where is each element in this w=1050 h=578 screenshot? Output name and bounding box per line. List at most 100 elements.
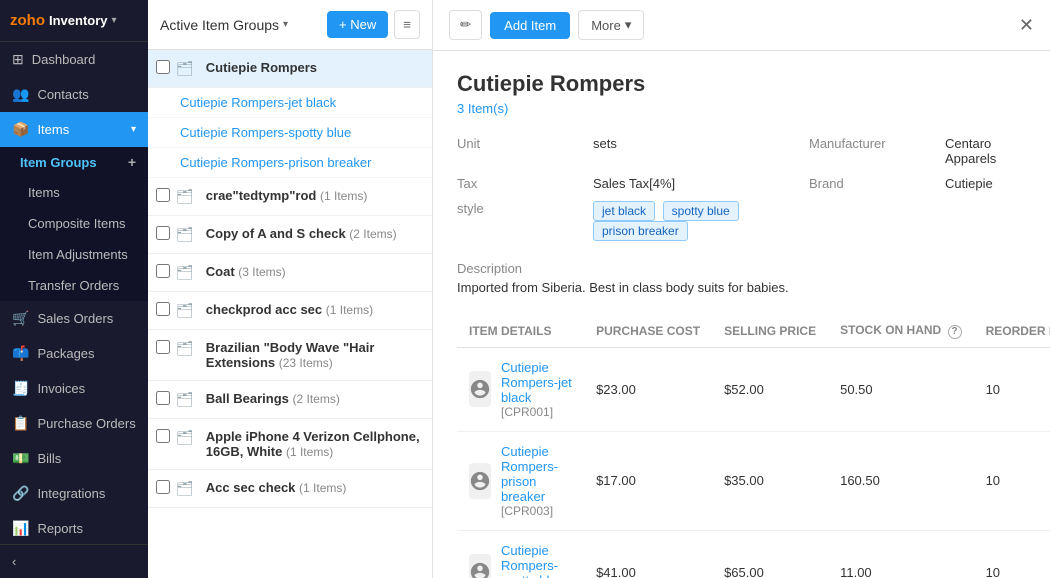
close-button[interactable]: ✕ [1019, 15, 1034, 36]
item-name[interactable]: Cutiepie Rompers-spotty blue [501, 543, 572, 578]
item-thumbnail [469, 463, 491, 499]
list-item[interactable]: 🗂 checkprod acc sec (1 Items) [148, 292, 432, 330]
list-item-checkbox[interactable] [156, 60, 170, 74]
sidebar-item-bills[interactable]: 💵 Bills [0, 441, 148, 476]
list-item-name: checkprod acc sec (1 Items) [206, 302, 424, 317]
stock-help-icon[interactable]: ? [948, 325, 962, 339]
item-name[interactable]: Cutiepie Rompers-jet black [501, 360, 572, 405]
dashboard-icon: ⊞ [12, 51, 24, 68]
item-thumbnail [469, 554, 491, 578]
list-item[interactable]: 🗂 Apple iPhone 4 Verizon Cellphone, 16GB… [148, 419, 432, 470]
style-tag-spotty-blue: spotty blue [663, 201, 739, 221]
style-tags: jet black spotty blue prison breaker [593, 201, 793, 241]
item-groups-add[interactable]: + [128, 154, 136, 170]
list-item[interactable]: 🗂 Copy of A and S check (2 Items) [148, 216, 432, 254]
style-label: style [457, 201, 577, 241]
edit-icon: ✏ [460, 17, 471, 32]
list-item-checkbox[interactable] [156, 226, 170, 240]
sidebar-item-sales-orders[interactable]: 🛒 Sales Orders [0, 301, 148, 336]
table-cell-purchase-cost: $41.00 [584, 530, 712, 578]
list-item[interactable]: 🗂 Acc sec check (1 Items) [148, 470, 432, 508]
list-subitem[interactable]: Cutiepie Rompers-prison breaker [148, 148, 432, 178]
table-cell-selling-price: $35.00 [712, 431, 828, 530]
logo-chevron: ▾ [112, 15, 117, 26]
list-item-name: Ball Bearings (2 Items) [206, 391, 424, 406]
list-item-name: Apple iPhone 4 Verizon Cellphone, 16GB, … [206, 429, 424, 459]
sidebar-item-reports[interactable]: 📊 Reports [0, 511, 148, 544]
more-chevron: ▾ [625, 17, 632, 33]
list-item-checkbox[interactable] [156, 391, 170, 405]
app-logo[interactable]: zoho Inventory ▾ [0, 0, 148, 42]
style-tag-jet-black: jet black [593, 201, 655, 221]
table-cell-reorder: 10 [974, 530, 1050, 578]
list-subitem[interactable]: Cutiepie Rompers-spotty blue [148, 118, 432, 148]
item-name[interactable]: Cutiepie Rompers-prison breaker [501, 444, 572, 504]
grid-view-button[interactable]: ≡ [394, 10, 420, 39]
table-cell-reorder: 10 [974, 431, 1050, 530]
style-tag-prison-breaker: prison breaker [593, 221, 688, 241]
sidebar-item-dashboard[interactable]: ⊞ Dashboard [0, 42, 148, 77]
sidebar-item-label: Bills [37, 451, 61, 466]
sidebar-item-contacts[interactable]: 👥 Contacts [0, 77, 148, 112]
detail-subtitle[interactable]: 3 Item(s) [457, 101, 1026, 116]
list-header: Active Item Groups ▾ + New ≡ [148, 0, 432, 50]
contacts-icon: 👥 [12, 86, 29, 103]
table-cell-purchase-cost: $23.00 [584, 347, 712, 431]
list-item[interactable]: 🗂 Cutiepie Rompers [148, 50, 432, 88]
list-item-checkbox[interactable] [156, 264, 170, 278]
folder-icon: 🗂 [176, 264, 194, 281]
sidebar-subitem-composite-items[interactable]: Composite Items [0, 208, 148, 239]
sidebar-item-label: Sales Orders [37, 311, 113, 326]
col-stock-on-hand: STOCK ON HAND ? [828, 315, 973, 347]
list-item[interactable]: 🗂 crae"tedtymp"rod (1 Items) [148, 178, 432, 216]
item-code: [CPR003] [501, 504, 572, 518]
list-item[interactable]: 🗂 Ball Bearings (2 Items) [148, 381, 432, 419]
sidebar-item-label: Packages [37, 346, 94, 361]
sidebar-subitem-transfer-orders[interactable]: Transfer Orders [0, 270, 148, 301]
sidebar-item-integrations[interactable]: 🔗 Integrations [0, 476, 148, 511]
description-label: Description [457, 261, 1026, 276]
folder-icon: 🗂 [176, 340, 194, 357]
brand-label: Brand [809, 176, 929, 191]
sidebar-subitem-item-adjustments[interactable]: Item Adjustments [0, 239, 148, 270]
sidebar-item-packages[interactable]: 📫 Packages [0, 336, 148, 371]
more-button[interactable]: More ▾ [578, 10, 644, 40]
folder-icon: 🗂 [176, 480, 194, 497]
detail-panel: ✏ Add Item More ▾ ✕ Cutiepie Rompers 3 I… [433, 0, 1050, 578]
list-title[interactable]: Active Item Groups ▾ [160, 17, 327, 33]
table-cell-item: Cutiepie Rompers-prison breaker [CPR003] [457, 431, 584, 530]
collapse-icon: ‹ [12, 554, 16, 569]
list-item-checkbox[interactable] [156, 302, 170, 316]
more-label: More [591, 18, 621, 33]
col-selling-price: SELLING PRICE [712, 315, 828, 347]
list-item-checkbox[interactable] [156, 480, 170, 494]
sidebar-item-items[interactable]: 📦 Items ▾ [0, 112, 148, 147]
sidebar-item-label: Items [37, 122, 69, 137]
list-item-checkbox[interactable] [156, 340, 170, 354]
add-item-button[interactable]: Add Item [490, 12, 570, 39]
sidebar-subitem-items[interactable]: Items [0, 177, 148, 208]
sidebar-collapse[interactable]: ‹ [0, 544, 148, 578]
item-code: [CPR001] [501, 405, 572, 419]
brand-value: Cutiepie [945, 176, 1026, 191]
list-item[interactable]: 🗂 Brazilian "Body Wave "Hair Extensions … [148, 330, 432, 381]
edit-button[interactable]: ✏ [449, 10, 482, 40]
list-item[interactable]: 🗂 Coat (3 Items) [148, 254, 432, 292]
list-item-checkbox[interactable] [156, 429, 170, 443]
sidebar-item-purchase-orders[interactable]: 📋 Purchase Orders [0, 406, 148, 441]
description-value: Imported from Siberia. Best in class bod… [457, 280, 1026, 295]
items-sublabel: Items [28, 185, 60, 200]
table-cell-stock: 11.00 [828, 530, 973, 578]
transfer-orders-label: Transfer Orders [28, 278, 119, 293]
list-item-name: Brazilian "Body Wave "Hair Extensions (2… [206, 340, 424, 370]
sidebar: zoho Inventory ▾ ⊞ Dashboard 👥 Contacts … [0, 0, 148, 578]
list-item-checkbox[interactable] [156, 188, 170, 202]
new-button[interactable]: + New [327, 11, 388, 38]
sidebar-subitem-item-groups[interactable]: Item Groups + [0, 147, 148, 177]
sidebar-item-invoices[interactable]: 🧾 Invoices [0, 371, 148, 406]
sales-orders-icon: 🛒 [12, 310, 29, 327]
list-panel: Active Item Groups ▾ + New ≡ 🗂 Cutiepie … [148, 0, 433, 578]
sidebar-item-label: Invoices [37, 381, 85, 396]
list-subitem[interactable]: Cutiepie Rompers-jet black [148, 88, 432, 118]
table-cell-stock: 50.50 [828, 347, 973, 431]
